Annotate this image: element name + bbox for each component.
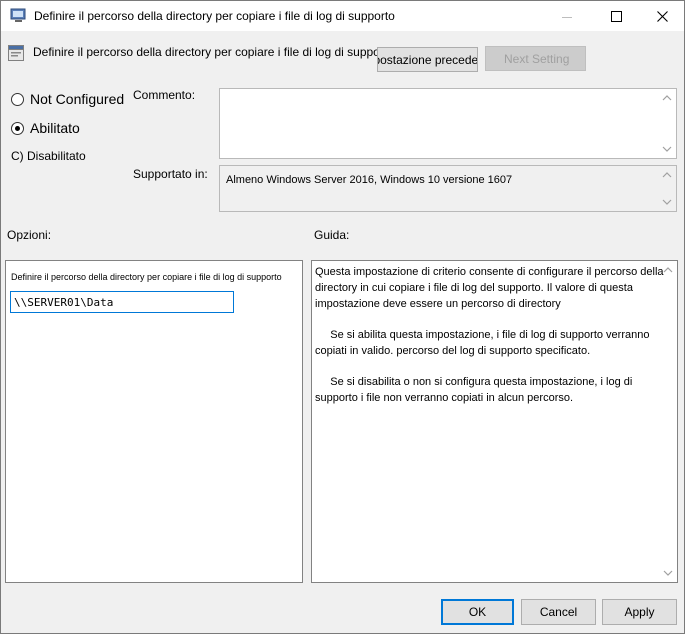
help-paragraph: Se si abilita questa impostazione, i fil… [315, 329, 653, 357]
directory-path-label: Definire il percorso della directory per… [11, 272, 282, 282]
next-setting-button[interactable]: Next Setting [485, 46, 586, 71]
minimize-icon [562, 16, 572, 18]
group-policy-icon [10, 8, 27, 23]
directory-path-input[interactable] [10, 291, 234, 313]
title-bar[interactable]: Definire il percorso della directory per… [1, 1, 684, 31]
maximize-button[interactable] [593, 1, 639, 31]
help-label: Guida: [314, 228, 350, 242]
options-label: Opzioni: [7, 228, 52, 242]
radio-enabled[interactable]: Abilitato [11, 120, 80, 136]
radio-label: Abilitato [30, 120, 80, 136]
radio-label: Not Configured [30, 91, 125, 107]
comment-scrollbar[interactable] [659, 89, 676, 158]
minimize-button[interactable] [544, 1, 590, 31]
scroll-down-icon [662, 146, 672, 152]
radio-label: C) Disabilitato [11, 149, 86, 163]
comment-label: Commento: [133, 88, 196, 102]
radio-circle-checked [11, 121, 24, 135]
help-paragraph: Questa impostazione di criterio consente… [315, 266, 667, 310]
radio-disabled[interactable]: C) Disabilitato [11, 149, 86, 163]
scroll-up-icon [662, 95, 672, 101]
help-panel: Questa impostazione di criterio consente… [311, 260, 678, 583]
supported-label: Supportato in: [133, 167, 208, 181]
supported-on-field: Almeno Windows Server 2016, Windows 10 v… [219, 165, 677, 212]
radio-not-configured[interactable]: Not Configured [11, 91, 124, 107]
previous-setting-button[interactable]: Impostazione precedente [377, 47, 478, 72]
scroll-up-icon [662, 172, 672, 178]
scroll-up-icon [663, 267, 673, 273]
apply-button[interactable]: Apply [602, 599, 677, 625]
cancel-button[interactable]: Cancel [521, 599, 596, 625]
close-icon [656, 10, 668, 22]
radio-circle [11, 92, 24, 106]
close-button[interactable] [639, 1, 684, 31]
setting-title: Definire il percorso della directory per… [33, 45, 394, 59]
scroll-down-icon [663, 570, 673, 576]
scroll-down-icon [662, 199, 672, 205]
supported-scrollbar[interactable] [659, 166, 676, 211]
comment-field[interactable] [219, 88, 677, 159]
maximize-icon [610, 10, 622, 22]
window-title: Definire il percorso della directory per… [34, 9, 395, 23]
options-panel: Definire il percorso della directory per… [5, 260, 303, 583]
help-paragraph: Se si disabilita o non si configura ques… [315, 376, 636, 404]
policy-setting-window: Definire il percorso della directory per… [0, 0, 685, 634]
help-text: Questa impostazione di criterio consente… [315, 264, 665, 421]
ok-button[interactable]: OK [441, 599, 514, 625]
help-scrollbar[interactable] [660, 261, 677, 582]
setting-icon [8, 45, 24, 61]
supported-on-value: Almeno Windows Server 2016, Windows 10 v… [226, 174, 513, 186]
